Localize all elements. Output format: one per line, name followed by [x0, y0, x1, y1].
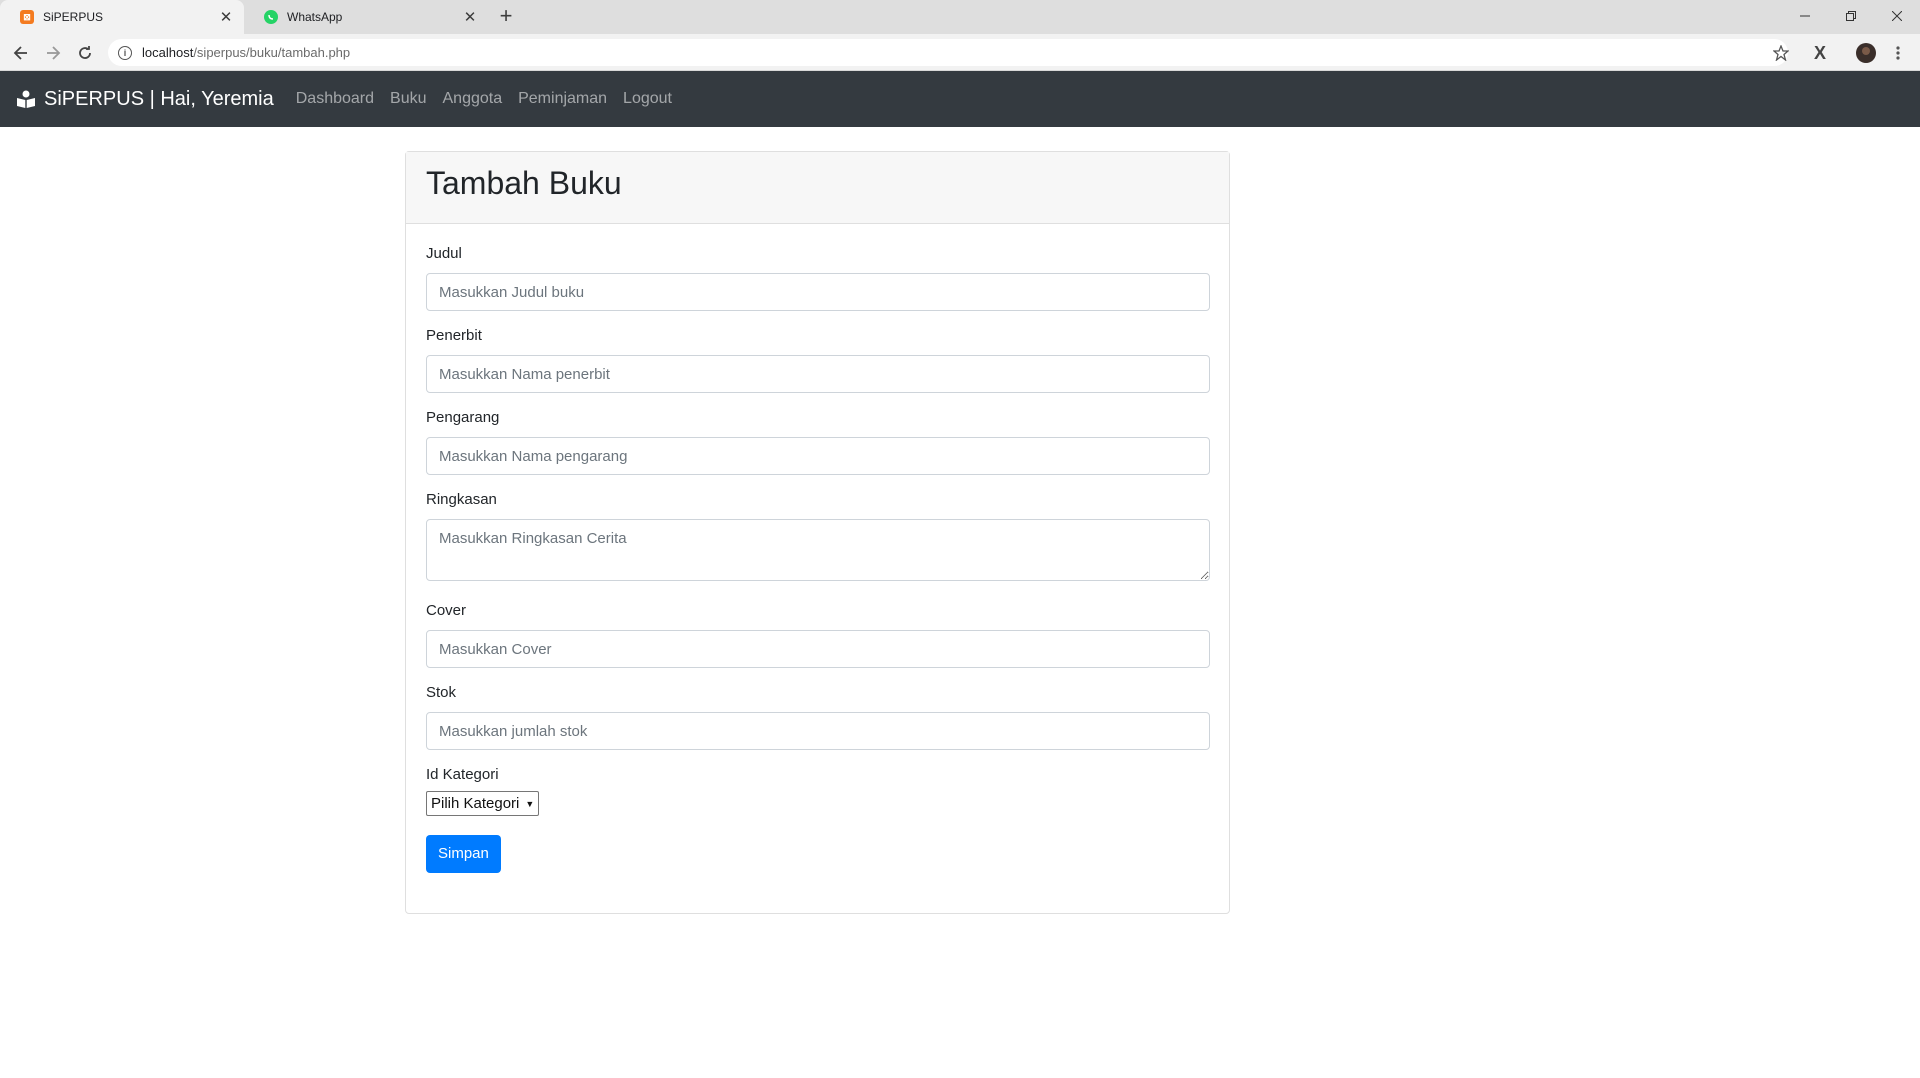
kategori-selected-value: Pilih Kategori — [431, 795, 520, 812]
cover-label: Cover — [426, 602, 467, 619]
restore-icon[interactable] — [1828, 2, 1874, 30]
kategori-label: Id Kategori — [426, 766, 499, 783]
navbar-brand[interactable]: SiPERPUS | Hai, Yeremia — [16, 88, 274, 111]
whatsapp-favicon-icon — [264, 10, 278, 24]
back-arrow-icon[interactable] — [9, 41, 33, 65]
field-group-pengarang: Pengarang — [426, 409, 1210, 475]
app-navbar: SiPERPUS | Hai, Yeremia Dashboard Buku A… — [0, 71, 1920, 127]
judul-input[interactable] — [426, 273, 1210, 311]
card-body: Judul Penerbit Pengarang Ringkasan Cover… — [406, 224, 1229, 873]
ringkasan-label: Ringkasan — [426, 491, 497, 508]
field-group-kategori: Id Kategori Pilih Kategori ▼ — [426, 766, 1209, 816]
field-group-cover: Cover — [426, 602, 1210, 668]
dropdown-arrow-icon: ▼ — [525, 798, 535, 809]
address-bar[interactable]: i localhost/siperpus/buku/tambah.php — [108, 39, 1788, 66]
browser-toolbar: i localhost/siperpus/buku/tambah.php X — [0, 34, 1920, 71]
page-title: Tambah Buku — [426, 165, 622, 201]
browser-tab-siperpus[interactable]: ⊠ SiPERPUS ✕ — [0, 0, 244, 34]
menu-kebab-icon[interactable] — [1886, 41, 1910, 65]
brand-text: SiPERPUS | Hai, Yeremia — [44, 87, 274, 110]
stok-label: Stok — [426, 684, 457, 701]
site-info-icon[interactable]: i — [118, 45, 132, 60]
tambah-buku-card: Tambah Buku Judul Penerbit Pengarang Rin… — [405, 151, 1230, 914]
nav-peminjaman[interactable]: Peminjaman — [518, 90, 607, 108]
cover-input[interactable] — [426, 630, 1210, 668]
book-reader-icon — [16, 90, 36, 108]
field-group-ringkasan: Ringkasan — [426, 491, 1210, 586]
url-path: /siperpus/buku/tambah.php — [193, 45, 351, 60]
stok-input[interactable] — [426, 712, 1210, 750]
penerbit-label: Penerbit — [426, 327, 482, 344]
url-host: localhost — [142, 45, 194, 60]
field-group-judul: Judul — [426, 245, 1210, 311]
card-header: Tambah Buku — [406, 152, 1229, 224]
navbar-links: Dashboard Buku Anggota Peminjaman Logout — [296, 90, 688, 108]
reload-icon[interactable] — [73, 41, 97, 65]
nav-logout[interactable]: Logout — [623, 90, 672, 108]
extension-x-icon[interactable]: X — [1808, 41, 1832, 65]
tab-title: WhatsApp — [287, 10, 343, 24]
simpan-button[interactable]: Simpan — [426, 835, 501, 873]
nav-anggota[interactable]: Anggota — [443, 90, 503, 108]
field-group-penerbit: Penerbit — [426, 327, 1210, 393]
nav-buku[interactable]: Buku — [390, 90, 426, 108]
tab-title: SiPERPUS — [43, 10, 104, 24]
close-tab-icon[interactable]: ✕ — [218, 8, 234, 26]
kategori-select[interactable]: Pilih Kategori ▼ — [426, 791, 540, 816]
profile-avatar-icon[interactable] — [1854, 41, 1878, 65]
close-tab-icon[interactable]: ✕ — [462, 8, 478, 26]
minimize-icon[interactable] — [1782, 2, 1828, 30]
ringkasan-textarea[interactable] — [426, 519, 1210, 581]
browser-tabstrip: ⊠ SiPERPUS ✕ WhatsApp ✕ + — [0, 0, 1920, 34]
field-group-stok: Stok — [426, 684, 1210, 750]
forward-arrow-icon[interactable] — [41, 41, 65, 65]
xampp-favicon-icon: ⊠ — [20, 10, 34, 24]
browser-tab-whatsapp[interactable]: WhatsApp ✕ — [244, 0, 488, 34]
pengarang-input[interactable] — [426, 437, 1210, 475]
pengarang-label: Pengarang — [426, 409, 500, 426]
penerbit-input[interactable] — [426, 355, 1210, 393]
close-window-icon[interactable] — [1874, 2, 1920, 30]
new-tab-icon[interactable]: + — [493, 5, 519, 29]
judul-label: Judul — [426, 245, 462, 262]
nav-dashboard[interactable]: Dashboard — [296, 90, 374, 108]
bookmark-star-icon[interactable] — [1769, 41, 1793, 65]
